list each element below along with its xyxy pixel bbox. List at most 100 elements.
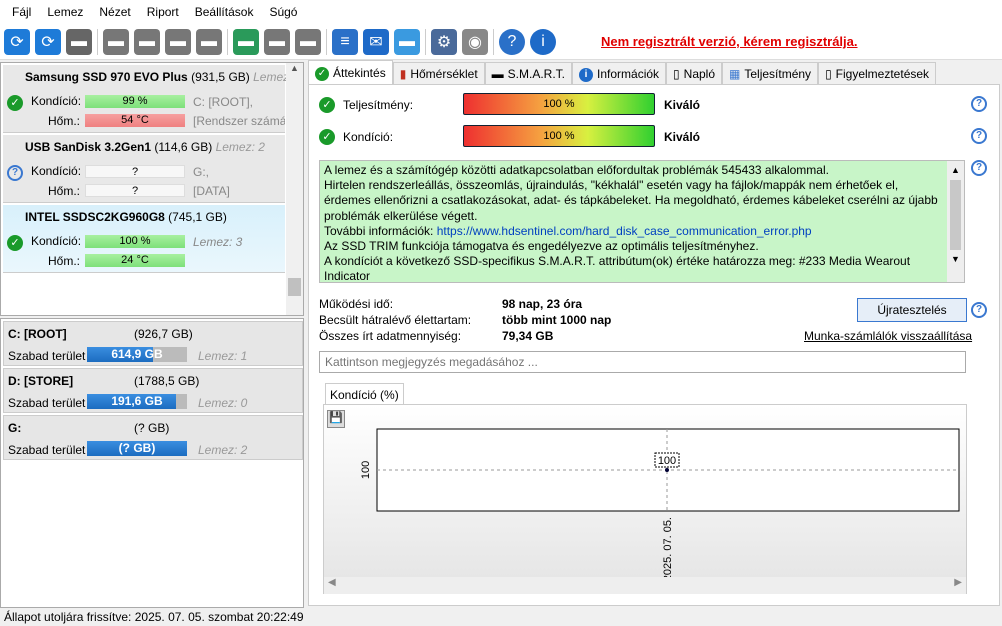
info-icon[interactable]: i	[530, 28, 556, 55]
menu-1[interactable]: Lemez	[39, 5, 91, 19]
chart-scrollbar[interactable]: ◀ ▶	[324, 577, 966, 594]
sound-icon[interactable]: ◉	[462, 28, 488, 55]
condition-bar: 100 %	[463, 125, 655, 147]
temp-label: Hőm.:	[48, 184, 81, 198]
temp-label: Hőm.:	[48, 254, 81, 268]
network-computer-icon[interactable]: ▬	[394, 28, 420, 55]
lifetime-label: Becsült hátralévő élettartam:	[319, 313, 472, 327]
written-label: Összes írt adatmennyiség:	[319, 329, 462, 343]
tab-condition-chart[interactable]: Kondíció (%)	[325, 383, 404, 405]
toolbar-separator	[493, 28, 494, 55]
menu-3[interactable]: Riport	[139, 5, 187, 19]
disk-volumes: C: [ROOT],	[193, 95, 253, 109]
tab-3[interactable]: i Információk	[572, 62, 667, 84]
refresh-all-icon[interactable]: ⟳	[35, 28, 61, 55]
condition-bar: 99 %	[85, 95, 185, 108]
partition-item[interactable]: C: [ROOT] (926,7 GB) Szabad terület 614,9 G…	[3, 321, 303, 366]
tab-2[interactable]: ▬ S.M.A.R.T.	[484, 62, 573, 84]
help-icon[interactable]: ?	[499, 28, 525, 55]
disk-search-icon[interactable]: ▬	[196, 28, 222, 55]
partition-size: (926,7 GB)	[134, 327, 193, 341]
chart-icon: ▦	[729, 66, 741, 81]
menu-2[interactable]: Nézet	[91, 5, 138, 19]
smart-icon: ▬	[491, 66, 504, 81]
temp-bar: ?	[85, 184, 185, 197]
condition-rating: Kiváló	[664, 130, 701, 144]
check-icon: ✓	[7, 235, 23, 251]
disk-icon[interactable]: ▬	[103, 28, 129, 55]
menu-4[interactable]: Beállítások	[187, 5, 262, 19]
tab-4[interactable]: ▯ Napló	[666, 62, 723, 84]
disk-info-icon[interactable]: ▬	[66, 28, 92, 55]
free-space-bar: (? GB)	[87, 441, 187, 456]
tab-label: Áttekintés	[333, 65, 386, 80]
help-icon[interactable]: ?	[971, 160, 987, 176]
refresh-icon[interactable]: ⟳	[4, 28, 30, 55]
retest-button[interactable]: Újratesztelés	[857, 298, 967, 322]
toolbar-separator	[227, 28, 228, 55]
disk-list-scrollbar[interactable]: ▲	[286, 63, 303, 315]
partition-size: (? GB)	[134, 421, 170, 435]
note-input[interactable]	[319, 351, 966, 373]
message-scrollbar[interactable]: ▲ ▼	[947, 161, 964, 282]
check-icon: ✓	[7, 95, 23, 111]
disk-settings-icon[interactable]: ▬	[264, 28, 290, 55]
disk-item[interactable]: Samsung SSD 970 EVO Plus (931,5 GB) Leme…	[3, 65, 302, 133]
disk-name: Samsung SSD 970 EVO Plus (931,5 GB) Leme…	[25, 70, 303, 84]
disk-list: Samsung SSD 970 EVO Plus (931,5 GB) Leme…	[0, 62, 304, 316]
disk-volume-label: [Rendszer számár	[193, 114, 285, 128]
tab-6[interactable]: ▯ Figyelmeztetések	[818, 62, 937, 84]
performance-label: Teljesítmény:	[343, 98, 414, 112]
condition-label: Kondíció:	[343, 130, 394, 144]
check-icon: ✓	[319, 129, 335, 145]
partition-item[interactable]: D: [STORE] (1788,5 GB) Szabad terület 191,6…	[3, 368, 303, 413]
condition-label: Kondíció:	[31, 164, 82, 178]
status-bar: Állapot utoljára frissítve: 2025. 07. 05…	[0, 608, 1002, 626]
msg-line: Az SSD TRIM funkciója támogatva és enged…	[324, 239, 759, 254]
condition-label: Kondíció:	[31, 94, 82, 108]
msg-line: A lemez és a számítógép közötti adatkapc…	[324, 163, 829, 177]
disk-name: USB SanDisk 3.2Gen1 (114,6 GB) Lemez: 2	[25, 140, 265, 154]
info-link[interactable]: https://www.hdsentinel.com/hard_disk_cas…	[437, 224, 812, 238]
free-space-label: Szabad terület	[8, 349, 86, 363]
tab-0[interactable]: ✓ Áttekintés	[308, 60, 393, 84]
disk-export-icon[interactable]: ▬	[295, 28, 321, 55]
tab-1[interactable]: ▮ Hőmérséklet	[392, 62, 485, 84]
tab-5[interactable]: ▦ Teljesítmény	[722, 62, 819, 84]
register-link[interactable]: Nem regisztrált verzió, kérem regisztrál…	[601, 34, 858, 49]
partition-disk: Lemez: 0	[198, 396, 248, 410]
temp-bar: 54 °C	[85, 114, 185, 127]
tab-label: S.M.A.R.T.	[507, 66, 566, 81]
temp-label: Hőm.:	[48, 114, 81, 128]
tab-label: Teljesítmény	[744, 66, 812, 81]
scrollbar-thumb[interactable]	[288, 278, 301, 296]
reset-counters-link[interactable]: Munka-számlálók visszaállítása	[804, 329, 972, 343]
toolbar-separator	[425, 28, 426, 55]
disk-item[interactable]: USB SanDisk 3.2Gen1 (114,6 GB) Lemez: 2 …	[3, 135, 285, 203]
gear-icon[interactable]: ⚙	[431, 28, 457, 55]
condition-bar: 100 %	[85, 235, 185, 248]
menu-5[interactable]: Súgó	[261, 5, 305, 19]
partition-name: D: [STORE]	[8, 374, 74, 388]
disk-volume-label: [DATA]	[193, 184, 230, 198]
email-icon[interactable]: ✉	[363, 28, 389, 55]
partition-name: C: [ROOT]	[8, 327, 67, 341]
help-icon[interactable]: ?	[971, 96, 987, 112]
partition-item[interactable]: G: (? GB) Szabad terület (? GB) Lemez: 2	[3, 415, 303, 460]
condition-bar: ?	[85, 165, 185, 178]
help-icon[interactable]: ?	[971, 128, 987, 144]
report-icon[interactable]: ≡	[332, 28, 358, 55]
disk-volumes: G:,	[193, 165, 210, 179]
partition-disk: Lemez: 1	[198, 349, 248, 363]
disk-item[interactable]: INTEL SSDSC2KG960G8 (745,1 GB) ✓ Kondíci…	[3, 205, 285, 273]
tab-label: Napló	[683, 66, 716, 81]
network-icon[interactable]: ▬	[233, 28, 259, 55]
disk-schedule-icon[interactable]: ▬	[134, 28, 160, 55]
help-icon[interactable]: ?	[971, 302, 987, 318]
menu-0[interactable]: Fájl	[4, 5, 39, 19]
tab-label: Információk	[597, 66, 660, 81]
toolbar-separator	[326, 28, 327, 55]
partition-disk: Lemez: 2	[198, 443, 248, 457]
check-icon: ✓	[319, 97, 335, 113]
disk-ok-icon[interactable]: ▬	[165, 28, 191, 55]
